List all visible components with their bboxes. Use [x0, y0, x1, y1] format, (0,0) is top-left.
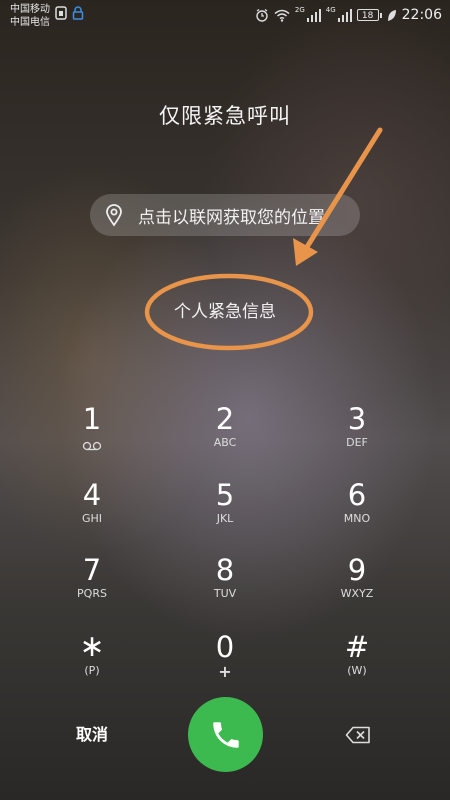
- key-3-letters: DEF: [346, 436, 368, 449]
- key-2-letters: ABC: [213, 436, 237, 449]
- key-0-digit: 0: [215, 630, 235, 664]
- network-label-2: 4G: [325, 6, 336, 14]
- key-1[interactable]: 1: [42, 402, 142, 468]
- leaf-icon: [387, 9, 396, 21]
- clock: 22:06: [401, 7, 442, 23]
- key-4[interactable]: 4 GHI: [42, 478, 142, 544]
- key-2[interactable]: 2 ABC: [175, 402, 275, 468]
- cancel-button[interactable]: 取消: [62, 720, 122, 750]
- carrier-1: 中国移动: [10, 4, 50, 15]
- key-4-digit: 4: [82, 478, 102, 512]
- wifi-icon: [274, 9, 290, 22]
- status-right: 2G 4G 18 22:06: [255, 5, 442, 25]
- key-5-digit: 5: [215, 478, 235, 512]
- key-6-letters: MNO: [343, 512, 371, 525]
- key-8[interactable]: 8 TUV: [175, 553, 275, 619]
- signal-icon-2: [337, 8, 352, 22]
- key-hash[interactable]: # (W): [307, 630, 407, 696]
- key-9-letters: WXYZ: [340, 587, 374, 600]
- key-7-digit: 7: [82, 553, 102, 587]
- key-9-digit: 9: [347, 553, 367, 587]
- network-label-1: 2G: [294, 6, 305, 14]
- key-7[interactable]: 7 PQRS: [42, 553, 142, 619]
- key-6[interactable]: 6 MNO: [307, 478, 407, 544]
- call-button[interactable]: [188, 697, 263, 772]
- battery-indicator: 18: [356, 9, 382, 21]
- key-6-digit: 6: [347, 478, 367, 512]
- signal-icon-1: [306, 8, 321, 22]
- location-button[interactable]: 点击以联网获取您的位置: [90, 194, 360, 236]
- key-8-letters: TUV: [213, 587, 237, 600]
- annotation-arrow-head: [293, 238, 318, 266]
- key-5-letters: JKL: [216, 512, 234, 525]
- status-bar: 中国移动 中国电信 2G 4G 18 22:06: [0, 0, 450, 30]
- annotation-arrow-shaft: [299, 127, 383, 258]
- key-7-letters: PQRS: [77, 587, 107, 600]
- phone-icon: [212, 721, 239, 748]
- sim-icon: [55, 6, 67, 20]
- backspace-button[interactable]: [338, 722, 378, 748]
- alarm-icon: [256, 8, 268, 22]
- key-3[interactable]: 3 DEF: [307, 402, 407, 468]
- page-title: 仅限紧急呼叫: [159, 104, 291, 128]
- key-4-letters: GHI: [81, 512, 103, 525]
- location-label: 点击以联网获取您的位置: [138, 207, 325, 228]
- key-8-digit: 8: [215, 553, 235, 587]
- lock-icon: [72, 6, 84, 20]
- key-star-symbol: ∗: [79, 629, 105, 664]
- carrier-info: 中国移动 中国电信: [10, 3, 50, 29]
- backspace-icon: [345, 726, 370, 744]
- key-0-plus: +: [218, 662, 232, 681]
- key-5[interactable]: 5 JKL: [175, 478, 275, 544]
- key-hash-letters: (W): [347, 664, 367, 677]
- carrier-2: 中国电信: [10, 17, 50, 28]
- emergency-info-link[interactable]: 个人紧急信息: [0, 297, 450, 322]
- key-star-letters: (P): [84, 664, 100, 677]
- key-star[interactable]: ∗ (P): [42, 630, 142, 696]
- key-9[interactable]: 9 WXYZ: [307, 553, 407, 619]
- location-pin-icon: [106, 204, 122, 227]
- key-1-digit: 1: [82, 402, 102, 436]
- key-2-digit: 2: [215, 402, 235, 436]
- voicemail-icon: [82, 441, 102, 451]
- key-3-digit: 3: [347, 402, 367, 436]
- key-0[interactable]: 0 +: [175, 630, 275, 696]
- key-hash-symbol: #: [344, 630, 370, 664]
